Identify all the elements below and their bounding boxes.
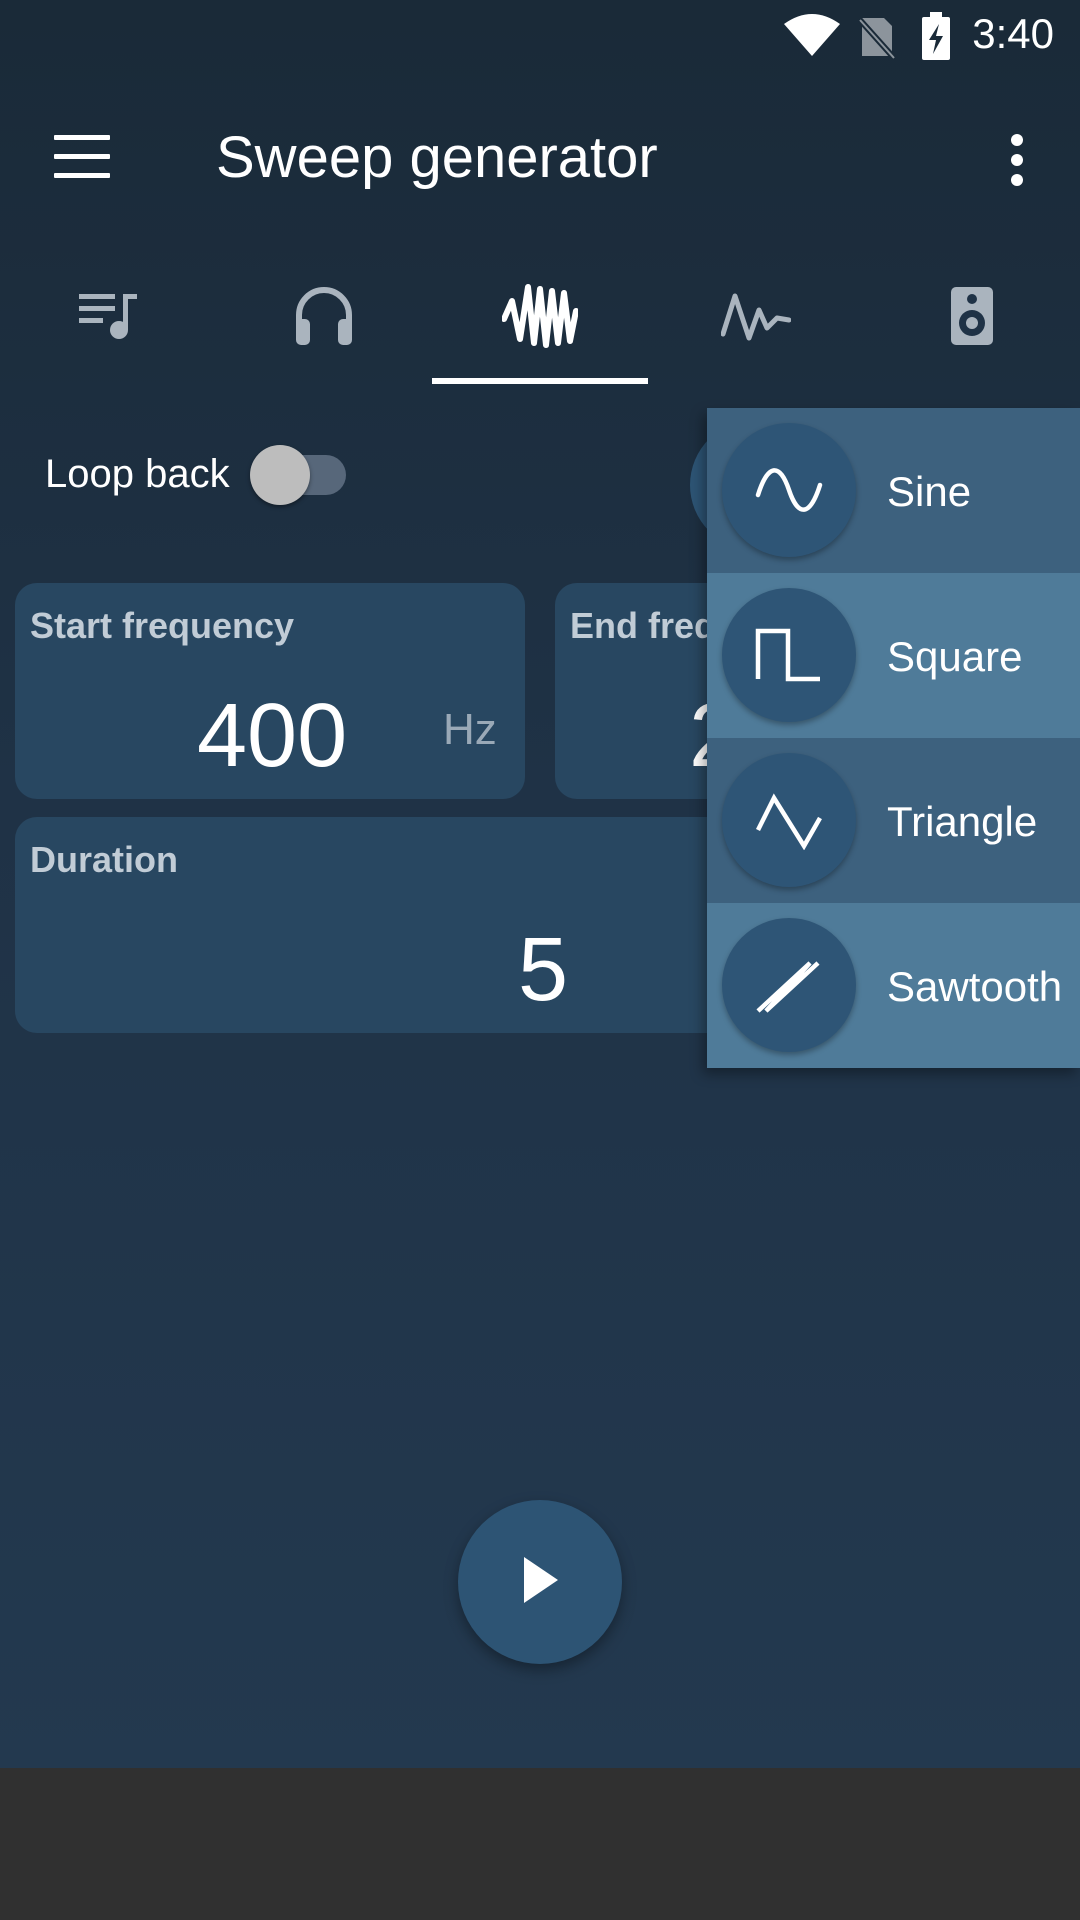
status-bar: 3:40 — [0, 0, 1080, 72]
system-nav-bar — [0, 1768, 1080, 1920]
tab-sweep[interactable] — [432, 250, 648, 386]
end-frequency-label: End freq — [570, 605, 717, 646]
tab-playlist[interactable] — [0, 250, 216, 386]
hamburger-menu-icon[interactable] — [46, 124, 116, 194]
headphones-icon — [293, 285, 355, 352]
pulse-wave-icon — [720, 288, 792, 349]
speaker-icon — [949, 285, 995, 352]
tab-speaker[interactable] — [864, 250, 1080, 386]
no-sim-icon — [857, 14, 897, 65]
waveform-option-label: Triangle — [887, 798, 1038, 845]
tab-bar — [0, 250, 1080, 386]
tab-indicator — [432, 378, 648, 384]
sine-wave-icon — [722, 423, 856, 557]
waveform-option-label: Square — [887, 633, 1023, 680]
sawtooth-wave-icon — [722, 918, 856, 1052]
start-frequency-value[interactable]: 400 — [197, 685, 347, 788]
waveform-option-square[interactable]: Square — [707, 573, 1080, 738]
page-title: Sweep generator — [216, 125, 658, 190]
waveform-menu: Sine Square Triangle Sawtooth — [707, 408, 1080, 1068]
toolbar: Sweep generator — [0, 80, 1080, 240]
loop-back-switch[interactable] — [250, 445, 310, 505]
waveform-option-label: Sawtooth — [887, 963, 1063, 1010]
start-frequency-label: Start frequency — [30, 605, 295, 646]
play-button[interactable] — [458, 1500, 622, 1664]
start-frequency-card[interactable]: Start frequency 400 Hz — [15, 583, 525, 799]
square-wave-icon — [722, 588, 856, 722]
play-icon — [518, 1555, 562, 1610]
wifi-icon — [782, 12, 842, 63]
battery-charging-icon — [920, 12, 952, 65]
playlist-icon — [77, 290, 139, 347]
waveform-option-label: Sine — [887, 468, 972, 515]
start-frequency-unit: Hz — [443, 705, 497, 754]
triangle-wave-icon — [722, 753, 856, 887]
tab-pulse[interactable] — [648, 250, 864, 386]
sweep-wave-icon — [501, 281, 579, 356]
loop-back-label: Loop back — [45, 452, 230, 496]
tab-headphones[interactable] — [216, 250, 432, 386]
waveform-option-sine[interactable]: Sine — [707, 408, 1080, 573]
more-vert-icon[interactable] — [980, 124, 1050, 194]
waveform-option-triangle[interactable]: Triangle — [707, 738, 1080, 903]
status-time: 3:40 — [972, 10, 1054, 57]
duration-value[interactable]: 5 — [518, 919, 568, 1022]
app-screen: 3:40 Sweep generator Loop back Start fre… — [0, 0, 1080, 1768]
waveform-option-sawtooth[interactable]: Sawtooth — [707, 903, 1080, 1068]
duration-label: Duration — [30, 839, 178, 880]
